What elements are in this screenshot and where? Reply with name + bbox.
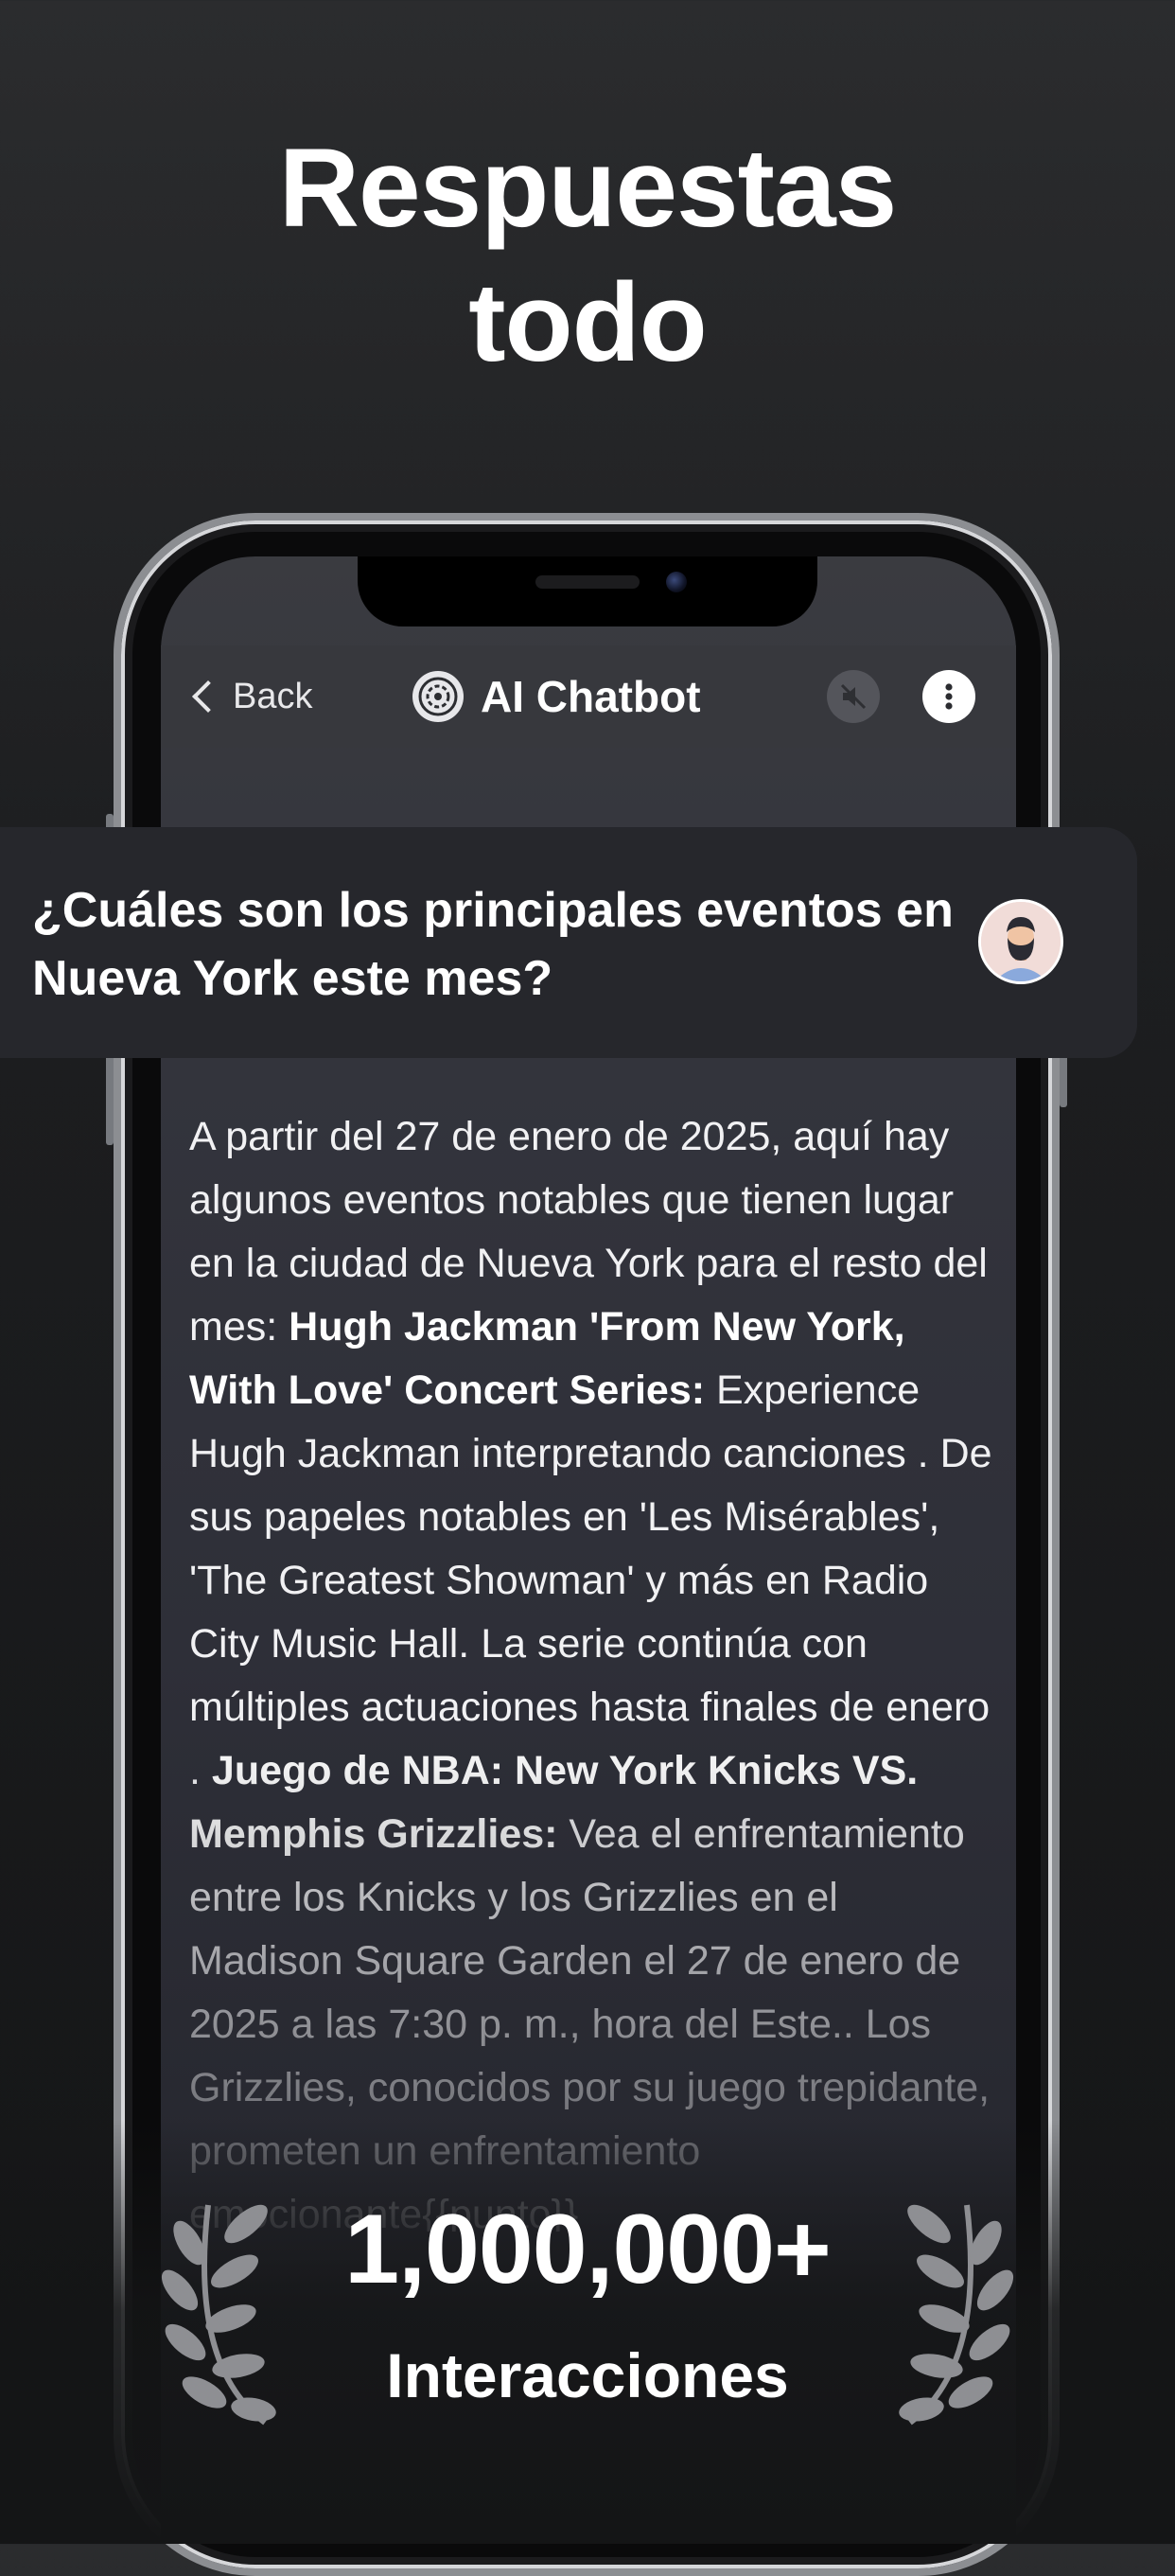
user-avatar — [978, 899, 1063, 984]
chatbot-answer: A partir del 27 de enero de 2025, aquí h… — [189, 1105, 993, 2232]
back-label: Back — [233, 676, 313, 716]
interaction-label: Interacciones — [386, 2340, 789, 2410]
question-text: ¿Cuáles son los principales eventos en N… — [32, 883, 954, 1006]
nav-title: AI Chatbot — [481, 672, 701, 721]
interaction-count: 1,000,000+ — [344, 2195, 831, 2304]
chat-title: AI Chatbot — [412, 668, 701, 725]
back-button[interactable]: Back — [189, 672, 312, 721]
answer-event-1-text: Experience Hugh Jackman interpretando ca… — [189, 1367, 992, 1793]
headline-line-2: todo — [468, 260, 708, 385]
mute-button[interactable] — [827, 670, 880, 723]
more-options-button[interactable] — [922, 670, 975, 723]
headline: Respuestas todo — [0, 121, 1175, 390]
chevron-left-icon — [192, 680, 224, 713]
phone-notch — [358, 556, 817, 626]
headline-line-1: Respuestas — [278, 126, 897, 251]
mute-speaker-icon — [840, 683, 867, 710]
phone-camera — [666, 572, 687, 592]
chatbot-logo-icon — [412, 671, 464, 722]
phone-speaker — [535, 575, 640, 589]
more-vertical-icon — [945, 683, 953, 710]
